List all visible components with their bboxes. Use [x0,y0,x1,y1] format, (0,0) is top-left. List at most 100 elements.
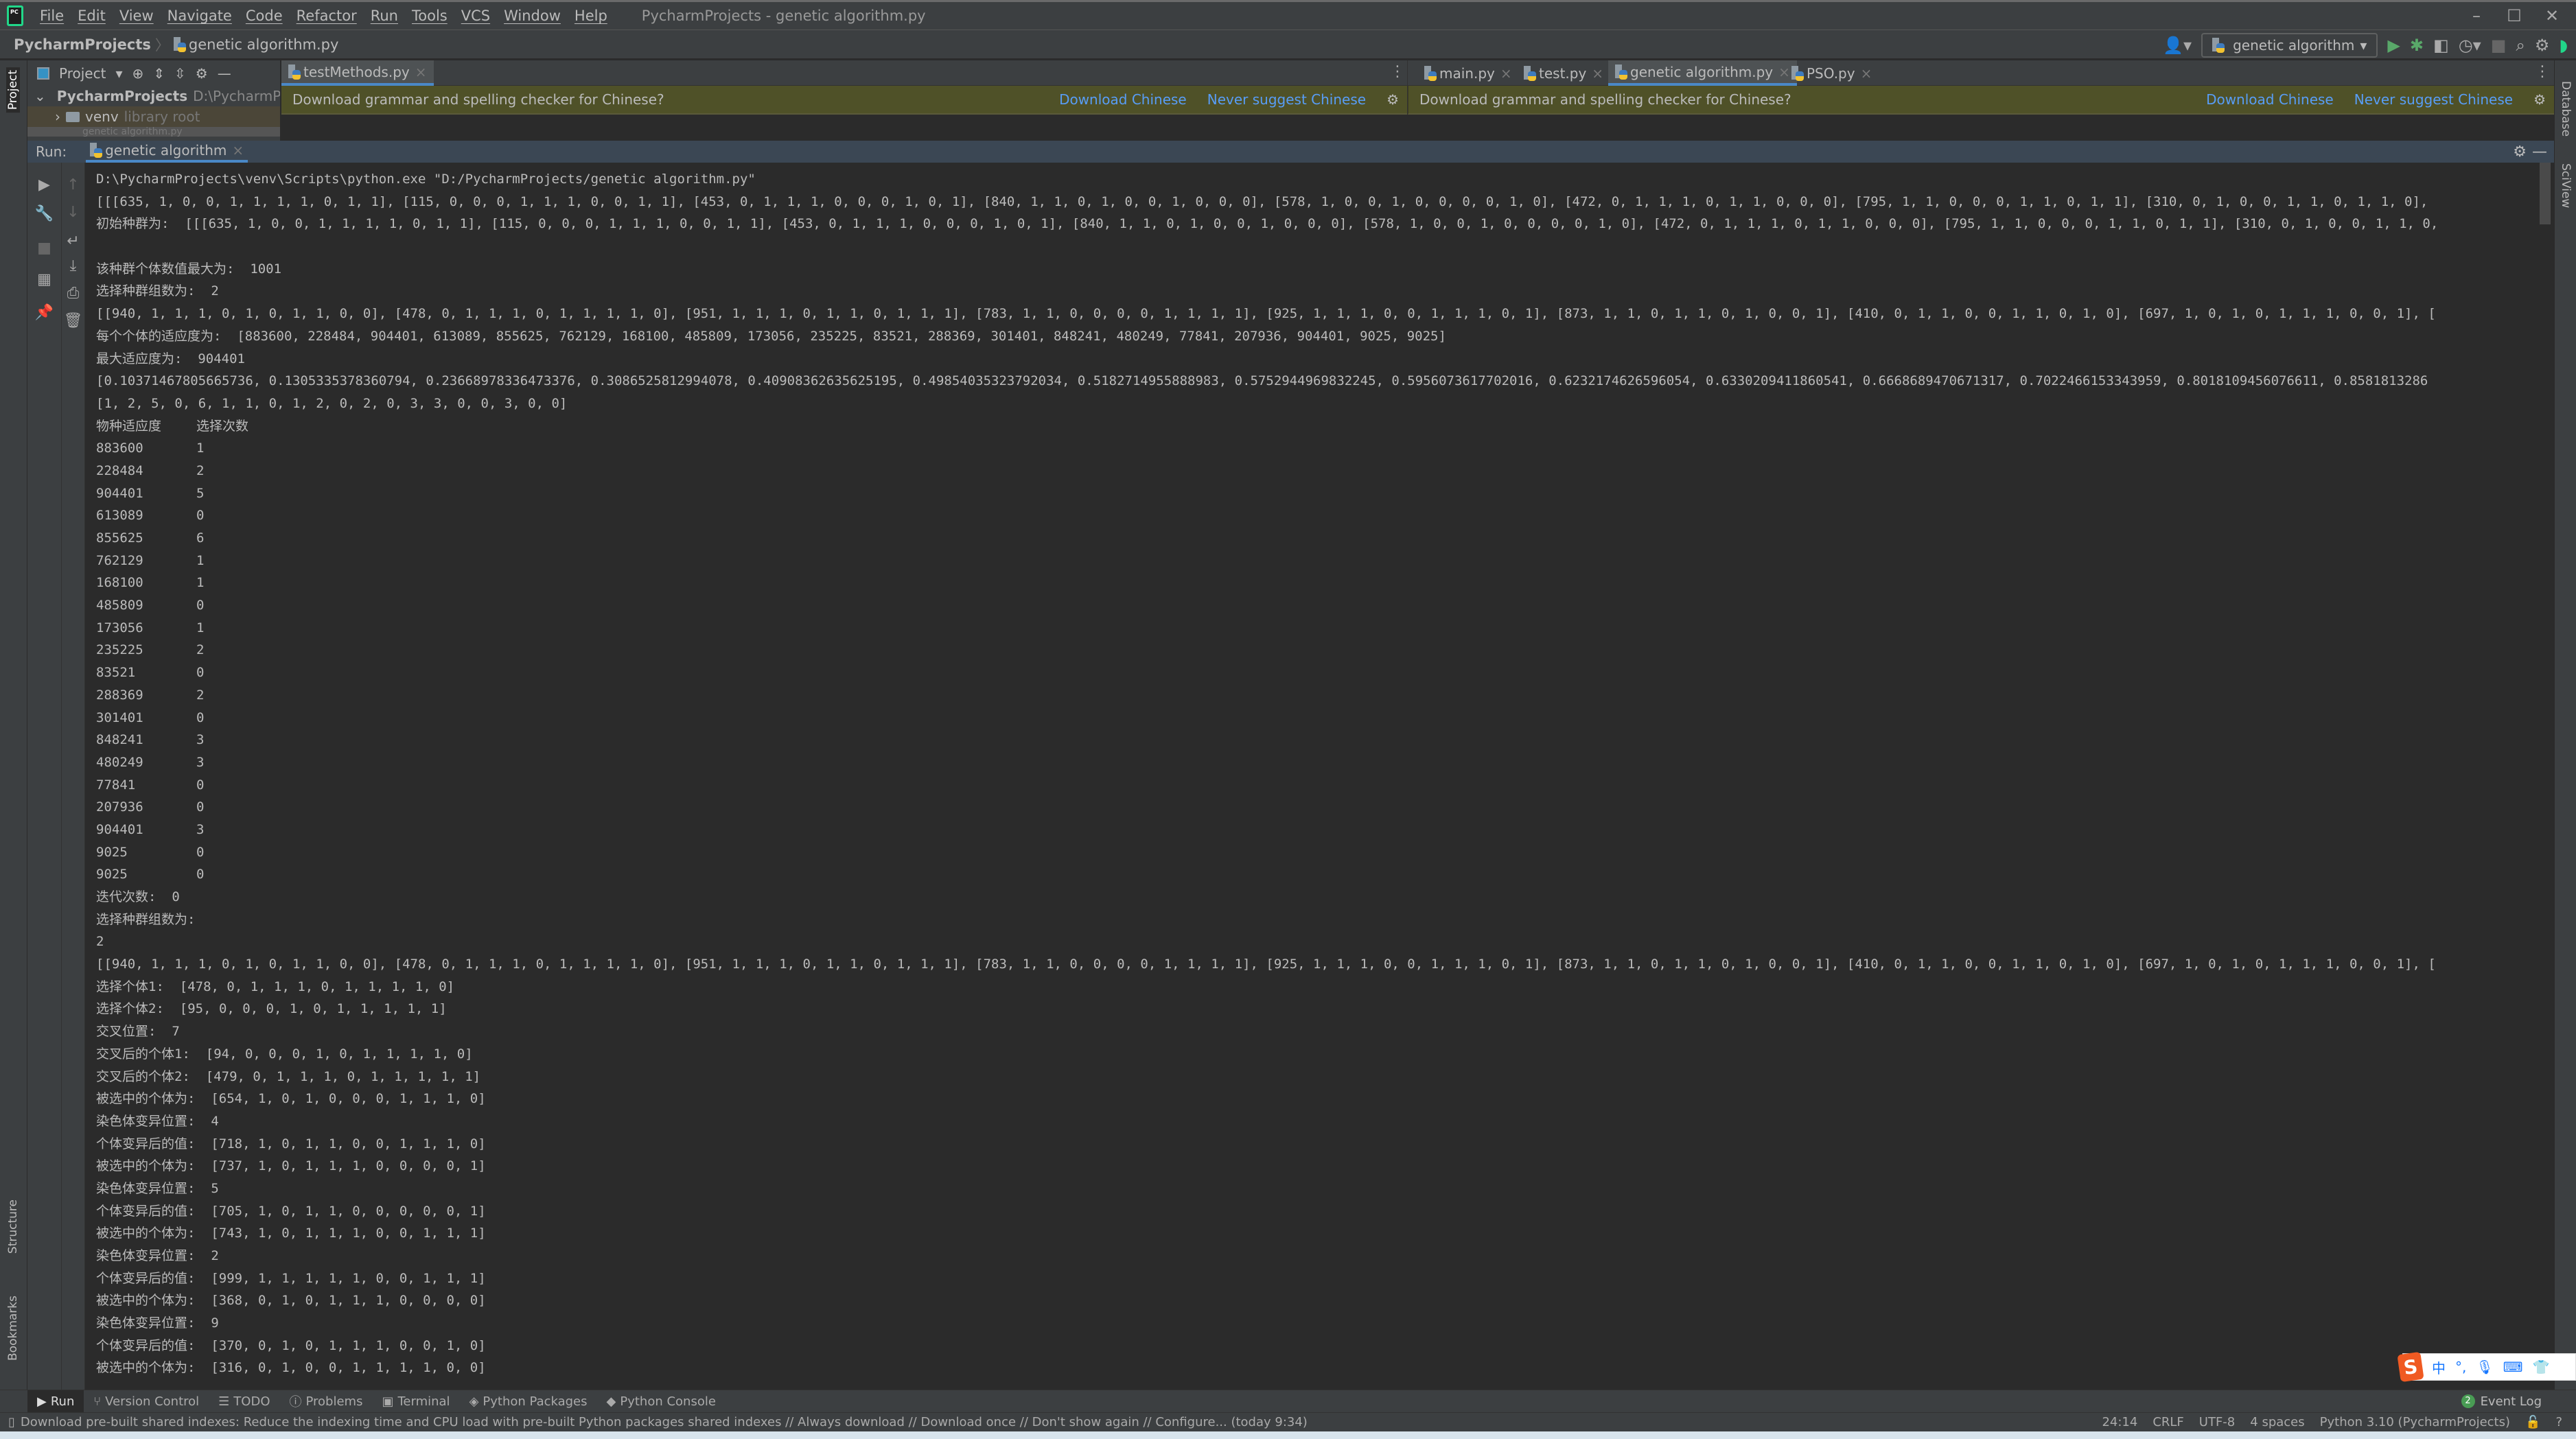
keyboard-icon[interactable]: ⌨ [2503,1359,2523,1375]
gear-icon[interactable]: ⚙ [196,65,208,82]
punctuation-toggle[interactable]: °, [2455,1359,2466,1375]
console-scrollbar[interactable] [2540,163,2551,224]
panel-toggle-icon[interactable]: ▯ [8,1415,15,1429]
structure-tool-button[interactable]: Structure [6,1200,20,1254]
expand-all-icon[interactable]: ⇕ [153,65,165,82]
close-tab-icon[interactable]: × [232,142,244,159]
search-icon[interactable]: ⌕ [2516,36,2525,55]
hide-icon[interactable]: — [218,65,231,82]
event-log-button[interactable]: 2 Event Log [2461,1394,2542,1409]
never-suggest-link[interactable]: Never suggest Chinese [1207,91,1366,108]
tree-item-root[interactable]: ⌄ PycharmProjects D:\PycharmProje [27,86,280,106]
chevron-down-icon[interactable]: ▾ [115,65,122,82]
editor-area[interactable] [281,115,2554,141]
bookmarks-tool-button[interactable]: Bookmarks [6,1296,20,1361]
tab-pso[interactable]: PSO.py × [1785,60,1879,86]
tool-window-python-packages[interactable]: ◈ Python Packages [460,1390,597,1413]
never-suggest-link[interactable]: Never suggest Chinese [2354,91,2513,108]
menu-file[interactable]: File [33,8,71,24]
up-arrow-icon[interactable]: ↑ [62,176,84,194]
more-tabs-icon[interactable]: ⋮ [2535,63,2550,80]
sciview-tool-button[interactable]: SciView [2559,163,2573,208]
tab-testmethods[interactable]: testMethods.py × [281,60,434,86]
run-console-output[interactable]: D:\PycharmProjects\venv\Scripts\python.e… [85,163,2554,1390]
status-message[interactable]: Download pre-built shared indexes: Reduc… [21,1415,1308,1429]
stop-icon[interactable]: ■ [2491,36,2507,55]
lock-icon[interactable]: 🔓 [2525,1415,2540,1429]
tool-window-python-console[interactable]: ◆ Python Console [597,1390,726,1413]
close-tab-icon[interactable]: × [415,64,427,80]
skin-icon[interactable]: 👕 [2533,1359,2550,1375]
tree-item-venv[interactable]: › venv library root [27,106,280,127]
hide-icon[interactable]: — [2532,143,2547,161]
pin-icon[interactable]: 📌 [27,304,61,321]
run-configuration-select[interactable]: genetic algorithm ▾ [2201,33,2378,58]
menu-code[interactable]: Code [239,8,290,24]
tab-genetic-algorithm[interactable]: genetic algorithm.py × [1608,60,1797,86]
restore-layout-icon[interactable]: ▦ [27,271,61,288]
ime-toolbar[interactable]: S 中 °, 🎙 ⌨ 👕 [2397,1351,2576,1383]
menu-edit[interactable]: Edit [71,8,113,24]
wrench-icon[interactable]: 🔧 [27,205,61,222]
more-tabs-icon[interactable]: ⋮ [1390,63,1405,80]
scroll-to-end-icon[interactable]: ⤓ [62,257,84,274]
breadcrumb-project[interactable]: PycharmProjects [14,36,151,53]
file-encoding[interactable]: UTF-8 [2199,1415,2235,1429]
stop-icon[interactable]: ■ [27,239,61,257]
menu-tools[interactable]: Tools [405,8,454,24]
close-tab-icon[interactable]: × [1861,65,1872,82]
menu-vcs[interactable]: VCS [454,8,497,24]
profile-icon[interactable]: ◷▾ [2459,36,2481,55]
tab-main[interactable]: main.py × [1417,60,1519,86]
trash-icon[interactable]: 🗑 [62,312,84,329]
inspection-icon[interactable]: ? [2555,1415,2562,1429]
debug-icon[interactable]: ✱ [2410,36,2424,55]
database-tool-button[interactable]: Database [2559,81,2573,137]
soft-wrap-icon[interactable]: ↵ [62,233,84,250]
rerun-icon[interactable]: ▶ [27,176,61,194]
run-tab-genetic-algorithm[interactable]: genetic algorithm × [86,141,248,163]
locate-icon[interactable]: ⊕ [132,65,143,82]
minimize-button[interactable]: – [2459,6,2494,25]
tab-test[interactable]: test.py × [1517,60,1610,86]
menu-view[interactable]: View [113,8,161,24]
caret-position[interactable]: 24:14 [2102,1415,2137,1429]
toolbox-icon[interactable]: ◗ [2559,36,2568,55]
breadcrumb-file[interactable]: genetic algorithm.py [189,36,339,53]
download-chinese-link[interactable]: Download Chinese [1059,91,1187,108]
project-tool-button[interactable]: Project [6,67,20,113]
chevron-right-icon[interactable]: › [55,108,60,125]
tool-window-terminal[interactable]: ▣ Terminal [372,1390,459,1413]
menu-run[interactable]: Run [364,8,405,24]
close-tab-icon[interactable]: × [1592,65,1603,82]
run-icon[interactable]: ▶ [2387,36,2400,55]
gear-icon[interactable]: ⚙ [1386,91,1399,108]
close-button[interactable]: ✕ [2535,6,2569,25]
tool-window-todo[interactable]: ☰ TODO [209,1390,279,1413]
tool-window-run[interactable]: ▶ Run [27,1390,84,1413]
close-tab-icon[interactable]: × [1500,65,1512,82]
project-view-select[interactable]: Project [59,65,106,82]
tree-item-partial[interactable]: genetic algorithm.py [27,127,280,137]
maximize-button[interactable]: ☐ [2497,6,2531,25]
tool-window-version-control[interactable]: ⑂ Version Control [84,1390,209,1413]
menu-refactor[interactable]: Refactor [290,8,364,24]
gear-icon[interactable]: ⚙ [2533,91,2546,108]
coverage-icon[interactable]: ◧ [2433,36,2449,55]
ime-mode-toggle[interactable]: 中 [2432,1357,2446,1377]
collapse-all-icon[interactable]: ⇳ [174,65,186,82]
line-separator[interactable]: CRLF [2153,1415,2183,1429]
menu-navigate[interactable]: Navigate [161,8,239,24]
user-icon[interactable]: 👤▾ [2163,36,2192,55]
print-icon[interactable]: ⎙ [62,285,84,302]
python-interpreter[interactable]: Python 3.10 (PycharmProjects) [2320,1415,2510,1429]
chevron-down-icon[interactable]: ⌄ [34,88,46,104]
gear-icon[interactable]: ⚙ [2513,143,2527,161]
menu-window[interactable]: Window [497,8,568,24]
menu-help[interactable]: Help [568,8,614,24]
settings-icon[interactable]: ⚙ [2535,36,2550,55]
down-arrow-icon[interactable]: ↓ [62,204,84,221]
tool-window-problems[interactable]: ⓘ Problems [280,1390,373,1413]
download-chinese-link[interactable]: Download Chinese [2206,91,2334,108]
mic-icon[interactable]: 🎙 [2476,1359,2493,1375]
